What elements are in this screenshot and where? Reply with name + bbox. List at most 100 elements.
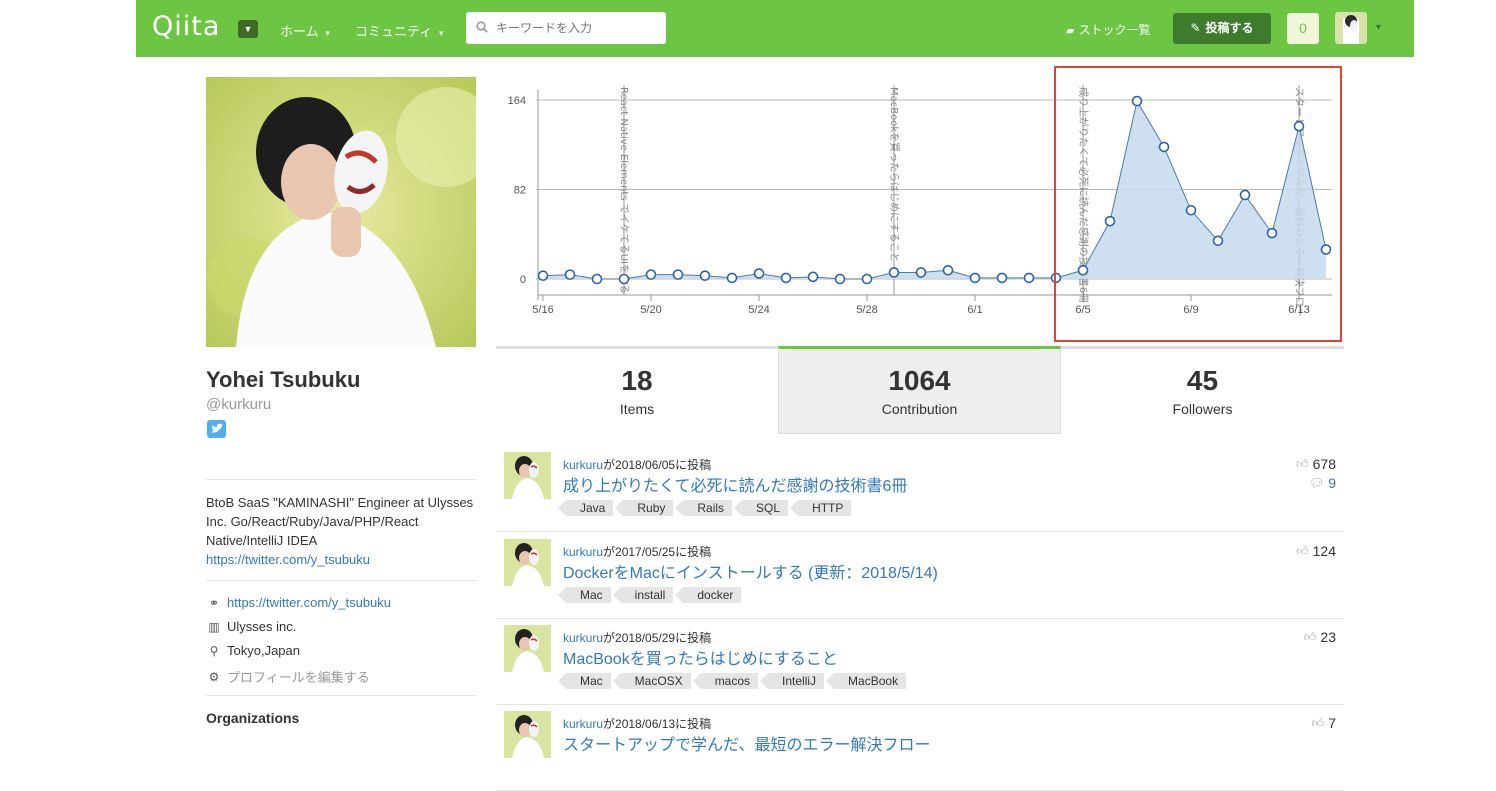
stat-items[interactable]: 18 Items [496,346,778,434]
feed-author-link[interactable]: kurkuru [563,545,603,559]
x-tick-label: 5/24 [748,304,769,316]
feed-title-link[interactable]: 成り上がりたくて必死に読んだ感謝の技術書6冊 [563,472,907,496]
feed-author-link[interactable]: kurkuru [563,631,603,645]
data-point [726,272,738,284]
comment-count-value: 9 [1328,475,1336,491]
data-point [807,271,819,283]
tag[interactable]: install [612,587,674,603]
chevron-down-icon[interactable]: ▼ [1374,22,1383,32]
tag[interactable]: macos [692,673,759,689]
nav-home[interactable]: ホーム ▼ [280,21,332,40]
qiita-logo[interactable]: Qiita [152,11,220,42]
profile-bio: BtoB SaaS "KAMINASHI" Engineer at Ulysse… [206,493,481,569]
profile-name: Yohei Tsubuku [206,367,361,392]
x-tick-label: 5/28 [856,304,877,316]
feed-title-link[interactable]: MacBookを買ったらはじめにすること [563,645,838,669]
divider [206,479,476,480]
feed-author-link[interactable]: kurkuru [563,458,603,472]
x-tick-label: 5/16 [532,304,553,316]
feed-item: kurkuruが2018/06/13に投稿 スタートアップで学んだ、最短のエラー解… [496,705,1344,791]
tag[interactable]: docker [675,587,742,603]
nav-community[interactable]: コミュニティ ▼ [355,21,445,40]
x-tick-label: 6/5 [1075,304,1090,316]
search-box [466,12,666,44]
feed-title-link[interactable]: DockerをMacにインストールする (更新：2018/5/14) [563,559,938,583]
annotation-label: MacBookを買ったらはじめにすること [888,87,900,262]
organizations-heading: Organizations [206,710,300,726]
tag[interactable]: MacOSX [612,673,691,689]
chevron-down-icon: ▼ [437,29,446,38]
location-text: Tokyo,Japan [227,643,300,658]
feed-meta: kurkuruが2018/06/05に投稿 [563,456,711,473]
avatar [1335,12,1367,44]
notification-count-button[interactable]: 0 [1287,13,1319,44]
tag[interactable]: Ruby [615,500,674,516]
bio-text: BtoB SaaS "KAMINASHI" Engineer at Ulysse… [206,495,474,548]
feed-author-avatar[interactable] [504,711,551,758]
stat-followers-count: 45 [1186,365,1219,396]
thumbs-up-icon: 👍︎ [1296,543,1309,558]
stats-bar: 18 Items 1064 Contribution 45 Followers [496,346,1344,434]
stat-followers[interactable]: 45 Followers [1061,346,1344,434]
thumbs-up-icon: 👍︎ [1311,715,1325,730]
gear-icon: ⚙ [208,669,220,684]
website-row: ⚭ https://twitter.com/y_tsubuku [207,595,391,610]
tag[interactable]: HTTP [790,500,852,516]
nav-community-label: コミュニティ [355,24,433,39]
feed-author-link[interactable]: kurkuru [563,717,603,731]
post-button[interactable]: ✎ 投稿する [1173,13,1271,44]
data-point [1320,244,1332,255]
feed-item: kurkuruが2018/06/05に投稿 成り上がりたくて必死に読んだ感謝の技術… [496,446,1344,532]
x-tick-label: 5/20 [640,304,661,316]
tag[interactable]: Mac [558,673,611,689]
feed-title-link[interactable]: スタートアップで学んだ、最短のエラー解決フロー [563,731,931,755]
tag[interactable]: IntelliJ [760,673,825,689]
edit-profile-link[interactable]: ⚙ プロフィールを編集する [207,667,370,686]
feed-author-avatar[interactable] [504,539,551,586]
data-point [1050,272,1062,284]
feed-post-date: が2018/05/29に投稿 [603,631,712,645]
feed-item: kurkuruが2017/05/25に投稿 DockerをMacにインストールする… [496,533,1344,619]
contribution-chart: 0 82 164 React Native Elements でイケてるUIを作る M… [508,85,1332,317]
comment-count[interactable]: 💬︎ 9 [1309,475,1336,491]
divider [206,580,476,581]
chart-area-fill [543,101,1326,279]
like-count-value: 23 [1320,629,1336,645]
tag[interactable]: MacBook [826,673,907,689]
feed-item: kurkuruが2018/05/29に投稿 MacBookを買ったらはじめにするこ… [496,619,1344,705]
data-point [618,273,630,285]
data-point [780,272,792,284]
building-icon: ▥ [208,619,220,634]
tag[interactable]: Rails [675,500,733,516]
folder-icon: ▰ [1066,25,1075,37]
chevron-down-icon: ▼ [323,29,332,38]
tag-list: Mac MacOSX macos IntelliJ MacBook [558,673,916,689]
data-point [1212,235,1224,247]
feed-author-avatar[interactable] [504,452,551,499]
tag[interactable]: SQL [734,500,789,516]
feed-author-avatar[interactable] [504,625,551,672]
stat-contribution[interactable]: 1064 Contribution [778,346,1061,434]
tag[interactable]: Java [557,500,614,516]
user-avatar-menu[interactable] [1335,12,1367,44]
website-link[interactable]: https://twitter.com/y_tsubuku [227,595,391,610]
search-input[interactable] [496,18,656,38]
logo-dropdown-caret-icon[interactable]: ▼ [238,20,258,38]
feed-post-date: が2017/05/25に投稿 [603,545,712,559]
tag[interactable]: Mac [558,587,611,603]
stock-list-label: ストック一覧 [1078,23,1151,37]
feed-post-date: が2018/06/13に投稿 [603,717,712,731]
thumbs-up-icon: 👍︎ [1296,456,1309,471]
data-point [1158,141,1170,153]
data-point [834,273,846,285]
stock-list-link[interactable]: ▰ ストック一覧 [1066,21,1150,38]
data-point [672,269,684,280]
link-icon: ⚭ [208,595,220,610]
feed-meta: kurkuruが2017/05/25に投稿 [563,543,711,560]
bio-twitter-link[interactable]: https://twitter.com/y_tsubuku [206,552,370,567]
tag-list: Java Ruby Rails SQL HTTP [557,500,861,516]
data-point [1131,95,1143,107]
data-point [969,272,981,284]
like-count-value: 678 [1312,456,1336,472]
twitter-icon[interactable] [207,420,226,438]
